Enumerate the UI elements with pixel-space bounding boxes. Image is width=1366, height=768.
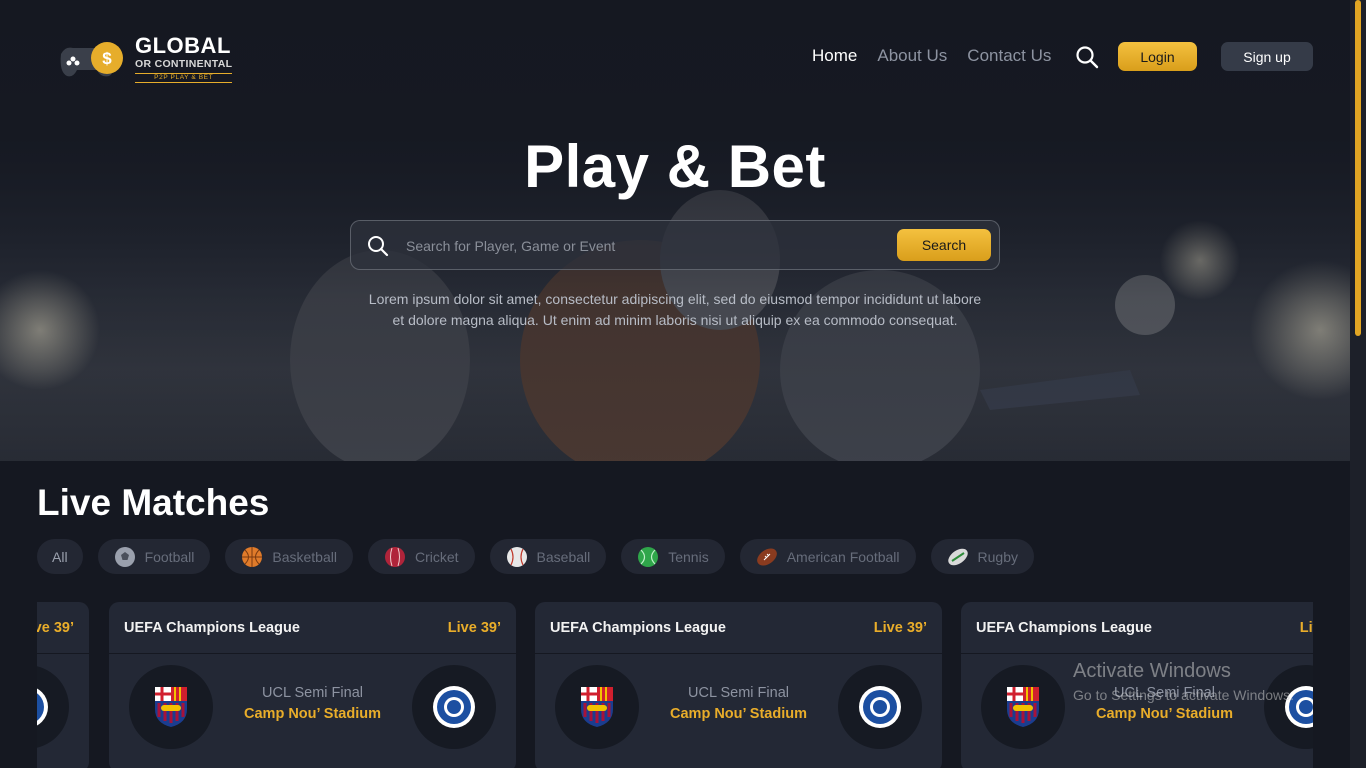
fc-barcelona-crest-icon xyxy=(1007,687,1039,727)
chelsea-crest-icon xyxy=(859,686,901,728)
filter-all[interactable]: All xyxy=(37,539,83,574)
cricket-ball-icon xyxy=(384,546,405,567)
filter-tennis-label: Tennis xyxy=(668,548,709,565)
filter-basketball-label: Basketball xyxy=(272,548,337,565)
filter-baseball[interactable]: Baseball xyxy=(489,539,607,574)
search-button[interactable]: Search xyxy=(897,229,991,261)
search-icon[interactable] xyxy=(1075,45,1099,69)
match-live-time: ve 39’ xyxy=(37,619,74,636)
hero-description-line-2: et dolore magna aliqua. Ut enim ad minim… xyxy=(392,312,958,328)
fc-barcelona-crest-icon xyxy=(581,687,613,727)
away-team-badge xyxy=(838,665,922,749)
hero-search-bar: Search xyxy=(350,220,1000,270)
watermark-subtitle: Go to Settings to activate Windows. xyxy=(1073,687,1294,703)
match-league: UEFA Champions League xyxy=(124,619,300,636)
brand-subtitle: OR CONTINENTAL xyxy=(135,58,233,70)
away-team-badge xyxy=(37,665,69,749)
main-nav: Home About Us Contact Us xyxy=(812,46,1071,66)
match-stage: UCL Semi Final xyxy=(688,685,789,701)
match-venue: Camp Nou’ Stadium xyxy=(670,706,807,722)
match-card[interactable]: UEFA Champions League Live 39’ UCL Semi … xyxy=(109,602,516,768)
match-venue: Camp Nou’ Stadium xyxy=(1096,706,1233,722)
login-button[interactable]: Login xyxy=(1118,42,1197,71)
nav-home[interactable]: Home xyxy=(812,46,857,66)
home-team-badge xyxy=(981,665,1065,749)
home-team-badge xyxy=(129,665,213,749)
filter-cricket-label: Cricket xyxy=(414,548,459,565)
filter-tennis[interactable]: Tennis xyxy=(621,539,725,574)
american-football-icon xyxy=(756,547,777,566)
match-card-partial-left[interactable]: ve 39’ xyxy=(37,602,89,768)
svg-text:$: $ xyxy=(102,49,112,68)
page-scrollbar[interactable] xyxy=(1350,0,1366,768)
activate-windows-watermark: Activate Windows Go to Settings to activ… xyxy=(1073,660,1294,703)
football-icon xyxy=(114,546,135,567)
filter-football[interactable]: Football xyxy=(97,539,211,574)
filter-cricket[interactable]: Cricket xyxy=(367,539,475,574)
gamepad-coin-icon: $ xyxy=(60,42,123,77)
filter-football-label: Football xyxy=(144,548,195,565)
fc-barcelona-crest-icon xyxy=(155,687,187,727)
scrollbar-thumb[interactable] xyxy=(1355,0,1361,336)
signup-button[interactable]: Sign up xyxy=(1221,42,1313,71)
watermark-title: Activate Windows xyxy=(1073,660,1231,682)
nav-about-us[interactable]: About Us xyxy=(877,46,947,66)
chelsea-crest-icon xyxy=(37,688,48,726)
away-team-badge xyxy=(412,665,496,749)
baseball-icon xyxy=(506,546,527,567)
filter-american-football-label: American Football xyxy=(786,548,900,565)
filter-american-football[interactable]: American Football xyxy=(739,539,916,574)
match-live-time: Live 39’ xyxy=(447,619,501,636)
hero-description-line-1: Lorem ipsum dolor sit amet, consectetur … xyxy=(368,291,982,307)
match-stage: UCL Semi Final xyxy=(262,685,363,701)
nav-contact-us[interactable]: Contact Us xyxy=(967,46,1051,66)
basketball-icon xyxy=(242,546,263,567)
tennis-ball-icon xyxy=(638,546,659,567)
brand-name: GLOBAL xyxy=(135,33,231,58)
rugby-ball-icon xyxy=(947,548,968,565)
filter-basketball[interactable]: Basketball xyxy=(225,539,353,574)
filter-all-label: All xyxy=(52,548,68,565)
filter-rugby[interactable]: Rugby xyxy=(930,539,1034,574)
sport-filter-bar: All Football Basketball Cricket Baseball… xyxy=(37,539,1034,574)
brand-logo[interactable]: $ GLOBAL OR CONTINENTAL P2P PLAY & BET xyxy=(55,34,255,84)
filter-baseball-label: Baseball xyxy=(536,548,591,565)
hero-title: Play & Bet xyxy=(524,133,826,200)
filter-rugby-label: Rugby xyxy=(977,548,1018,565)
live-matches-title: Live Matches xyxy=(37,482,270,523)
search-icon xyxy=(368,236,389,257)
brand-tagline: P2P PLAY & BET xyxy=(135,72,233,83)
hero-description: Lorem ipsum dolor sit amet, consectetur … xyxy=(330,289,1020,331)
match-live-time: Live 39’ xyxy=(873,619,927,636)
match-live-time: Live 39’ xyxy=(1299,619,1313,636)
match-venue: Camp Nou’ Stadium xyxy=(244,706,381,722)
home-team-badge xyxy=(555,665,639,749)
match-league: UEFA Champions League xyxy=(550,619,726,636)
match-card[interactable]: UEFA Champions League Live 39’ UCL Semi … xyxy=(535,602,942,768)
match-league: UEFA Champions League xyxy=(976,619,1152,636)
search-input[interactable] xyxy=(406,233,926,259)
chelsea-crest-icon xyxy=(433,686,475,728)
